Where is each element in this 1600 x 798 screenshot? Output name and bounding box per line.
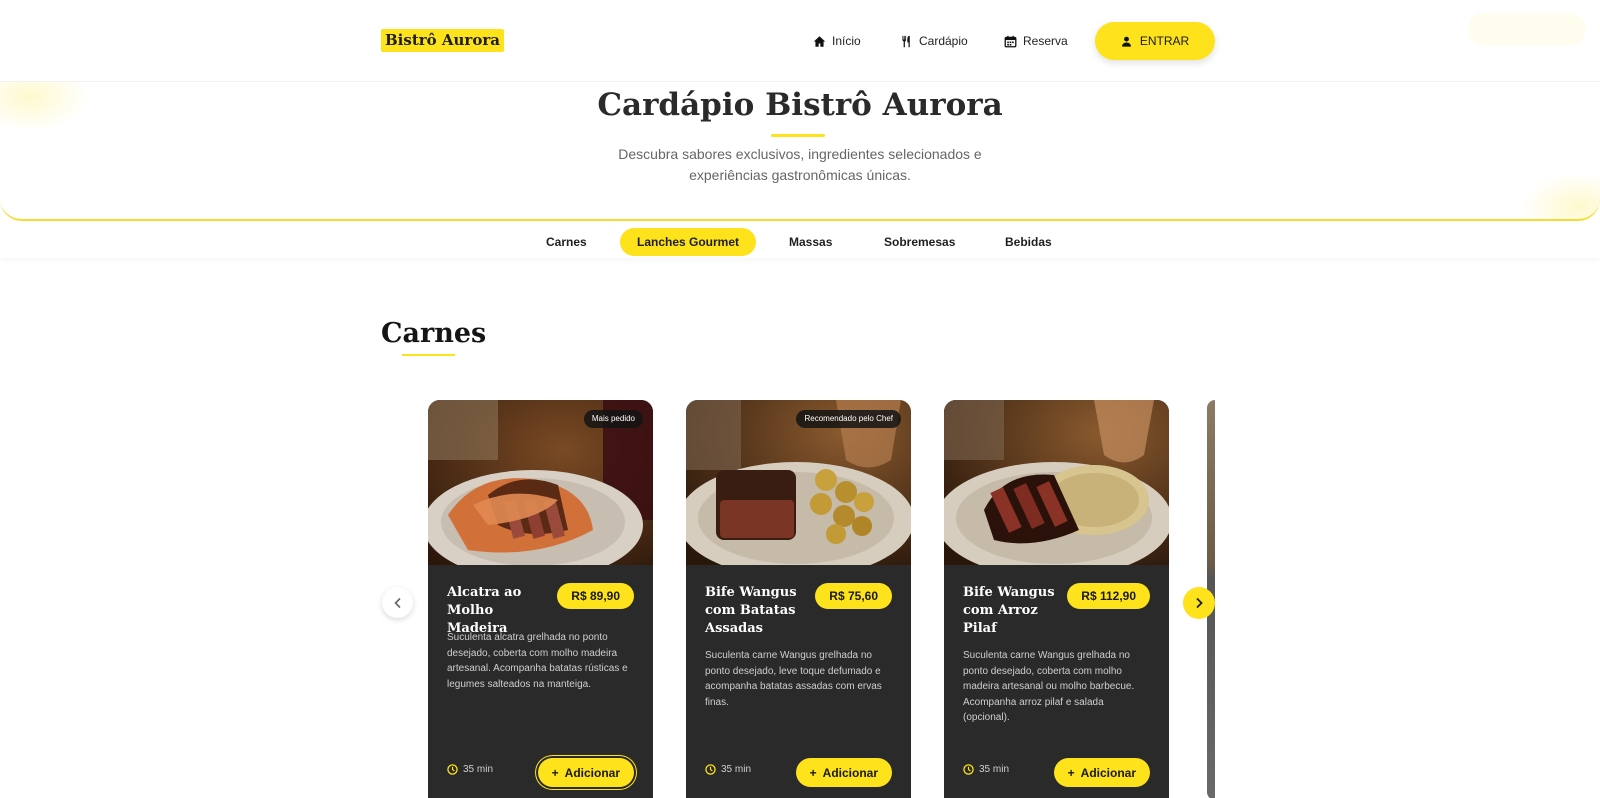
carousel-next-button[interactable] — [1183, 587, 1215, 619]
login-button[interactable]: ENTRAR — [1095, 22, 1215, 60]
prep-time-label: 35 min — [463, 764, 494, 775]
prep-time: 35 min — [705, 764, 751, 775]
site-header: Bistrô Aurora Início Cardápio Reserva EN… — [0, 0, 1600, 82]
tab-carnes[interactable]: Carnes — [529, 228, 604, 256]
dish-description: Suculenta carne Wangus grelhada no ponto… — [705, 650, 882, 708]
category-tabs: Carnes Lanches Gourmet Massas Sobremesas… — [0, 226, 1600, 258]
faded-pill — [1468, 13, 1586, 45]
utensils-icon — [902, 35, 910, 47]
add-button[interactable]: + Adicionar — [537, 758, 634, 787]
nav-label: Cardápio — [919, 34, 968, 48]
add-button[interactable]: + Adicionar — [1053, 758, 1150, 787]
nav-item-reserva[interactable]: Reserva — [1004, 31, 1068, 51]
page-title: Cardápio Bistrô Aurora — [597, 87, 1003, 123]
chevron-right-icon — [1196, 597, 1203, 609]
section-underline — [402, 354, 455, 356]
carousel-prev-button[interactable] — [382, 587, 413, 618]
logo[interactable]: Bistrô Aurora — [381, 29, 504, 52]
dish-description: Suculenta alcatra grelhada no ponto dese… — [447, 632, 628, 690]
dish-badge: Mais pedido — [583, 410, 643, 428]
prep-time-label: 35 min — [979, 764, 1010, 775]
dish-name: Bife Wangus com Batatas Assadas — [705, 585, 797, 636]
plus-icon: + — [551, 765, 559, 780]
calendar-icon — [1004, 35, 1017, 47]
dish-photo — [944, 400, 1169, 565]
home-icon — [813, 35, 826, 47]
nav-label: Início — [832, 34, 861, 48]
add-button[interactable]: + Adicionar — [795, 758, 892, 787]
nav-label: Reserva — [1023, 34, 1068, 48]
nav-item-inicio[interactable]: Início — [813, 31, 861, 51]
tab-lanches-gourmet[interactable]: Lanches Gourmet — [620, 228, 757, 256]
dish-price: R$ 112,90 — [1067, 583, 1150, 609]
clock-icon — [447, 764, 458, 775]
dish-badge: Recomendado pelo Chef — [796, 410, 901, 428]
tab-massas[interactable]: Massas — [772, 228, 849, 256]
menu-card[interactable]: Mais pedido Alcatra ao Molho Madeira R$ … — [428, 400, 653, 798]
tab-sobremesas[interactable]: Sobremesas — [867, 228, 972, 256]
add-label: Adicionar — [1080, 765, 1136, 780]
page-subtitle: Descubra sabores exclusivos, ingrediente… — [618, 146, 982, 183]
login-label: ENTRAR — [1139, 34, 1190, 48]
dish-price: R$ 89,90 — [557, 583, 634, 609]
dish-description: Suculenta carne Wangus grelhada no ponto… — [963, 650, 1135, 723]
tab-bebidas[interactable]: Bebidas — [988, 228, 1069, 256]
chevron-left-icon — [393, 597, 401, 608]
add-label: Adicionar — [564, 765, 620, 780]
user-icon — [1121, 36, 1131, 47]
menu-card[interactable]: Bife Wangus com Arroz Pilaf R$ 112,90 Su… — [944, 400, 1169, 798]
dish-name: Bife Wangus com Arroz Pilaf — [963, 585, 1055, 636]
menu-card[interactable]: Recomendado pelo Chef Bife Wangus com Ba… — [686, 400, 911, 798]
prep-time: 35 min — [447, 764, 493, 775]
prep-time: 35 min — [963, 764, 1009, 775]
title-underline — [771, 134, 825, 137]
prep-time-label: 35 min — [721, 764, 752, 775]
decorative-glow — [1520, 172, 1600, 219]
clock-icon — [963, 764, 974, 775]
plus-icon: + — [809, 765, 817, 780]
dish-price: R$ 75,60 — [815, 583, 892, 609]
hero-section: Cardápio Bistrô Aurora Descubra sabores … — [0, 82, 1600, 221]
plus-icon: + — [1067, 765, 1075, 780]
nav-item-cardapio[interactable]: Cardápio — [900, 31, 968, 51]
section-title: Carnes — [381, 318, 487, 349]
add-label: Adicionar — [822, 765, 878, 780]
clock-icon — [705, 764, 716, 775]
